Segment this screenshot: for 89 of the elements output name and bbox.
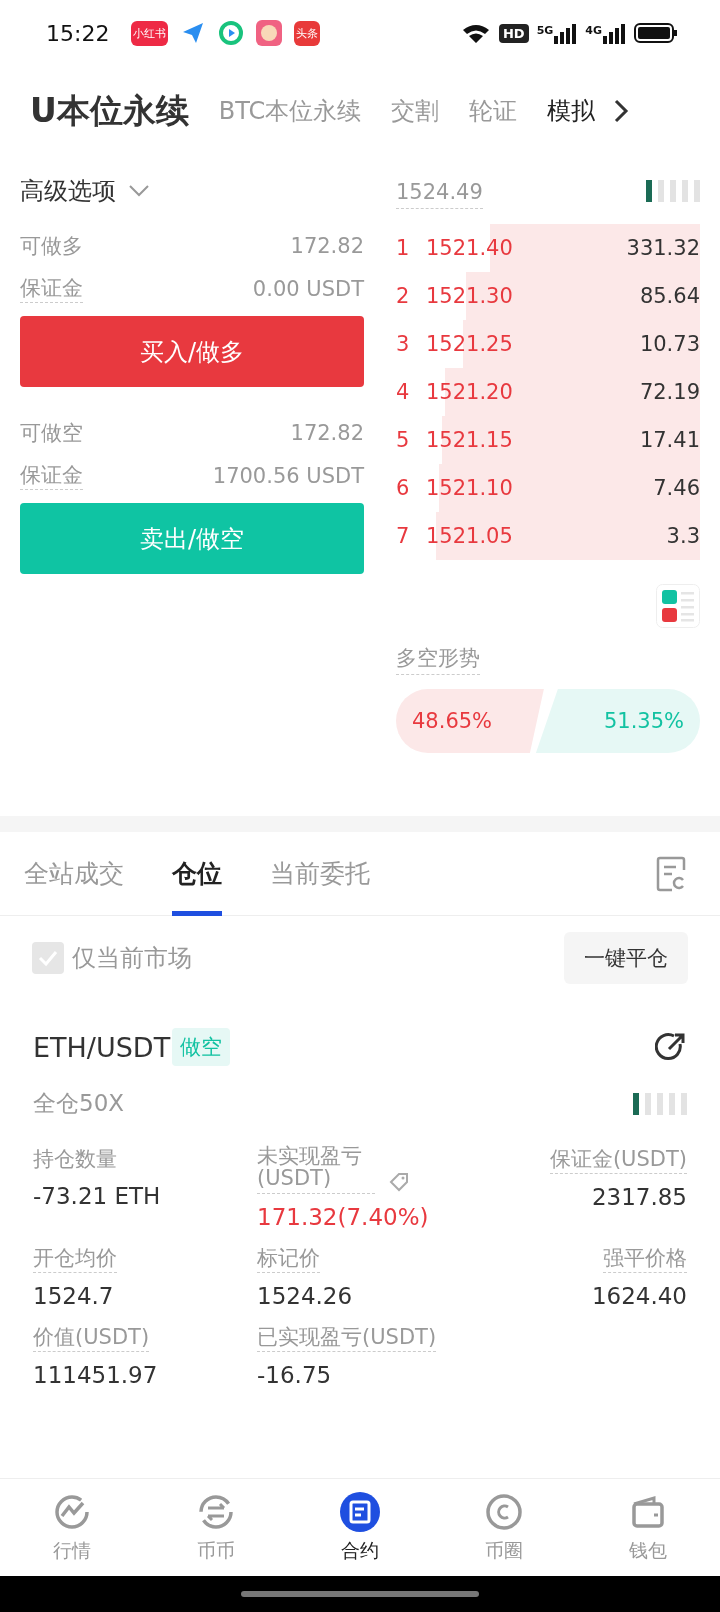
nav-item[interactable]: 钱包 [600, 1479, 696, 1576]
available-label: 可做多 [20, 232, 83, 260]
ask-price[interactable]: 1521.15 [426, 428, 513, 452]
field-value: 1524.7 [33, 1283, 114, 1310]
field-value: 171.32(7.40%) [257, 1204, 429, 1231]
nav-item[interactable]: 币圈 [456, 1479, 552, 1576]
ask-index: 4 [396, 380, 411, 404]
field-value: -73.21 ETH [33, 1183, 161, 1209]
risk-level-icon [646, 180, 700, 202]
coin-icon [484, 1491, 524, 1532]
ask-index: 7 [396, 524, 411, 548]
margin-label: 保证金 [20, 461, 83, 490]
ask-amount: 85.64 [639, 284, 700, 308]
cellular-signal-icon [602, 22, 626, 44]
ask-price[interactable]: 1521.40 [426, 236, 513, 260]
available-label: 可做空 [20, 419, 83, 447]
ask-price[interactable]: 1521.25 [426, 332, 513, 356]
chevron-right-icon[interactable] [613, 98, 630, 124]
field-label: 持仓数量 [33, 1146, 117, 1173]
ask-amount: 17.41 [639, 428, 700, 452]
market-tab[interactable]: 交割 [391, 95, 440, 127]
close-all-button[interactable]: 一键平仓 [564, 932, 688, 984]
nav-item[interactable]: 行情 [24, 1479, 120, 1576]
network-type-label: 4G [585, 24, 602, 37]
field-value: 2317.85 [591, 1184, 687, 1210]
field-label: 强平价格 [603, 1244, 687, 1274]
margin-value: 1700.56 USDT [212, 463, 364, 488]
short-ratio: 51.35% [603, 709, 684, 733]
margin-mode: 全仓50X [33, 1089, 125, 1118]
nav-item[interactable]: 币币 [168, 1479, 264, 1576]
field-label: 开仓均价 [33, 1244, 117, 1274]
status-time: 15:22 [46, 20, 110, 46]
risk-level-icon [633, 1092, 687, 1115]
network-type-label: 5G [536, 24, 554, 37]
ask-index: 1 [396, 236, 411, 260]
ask-price[interactable]: 1521.20 [426, 380, 513, 404]
market-tab[interactable]: U本位永续 [30, 88, 189, 134]
ask-index: 3 [396, 332, 411, 356]
checkbox[interactable] [32, 942, 64, 974]
field-value: 1524.26 [257, 1283, 353, 1310]
field-label: 保证金(USDT) [549, 1145, 687, 1174]
ask-index: 6 [396, 476, 411, 500]
position-tab[interactable]: 当前委托 [270, 831, 370, 916]
chevron-down-icon[interactable] [128, 184, 150, 198]
buy-long-button[interactable]: 买入/做多 [20, 316, 364, 387]
ask-amount: 72.19 [639, 380, 700, 404]
nav-item[interactable]: 合约 [312, 1479, 408, 1576]
field-label: 已实现盈亏(USDT) [257, 1323, 437, 1353]
field-label: 价值(USDT) [33, 1323, 150, 1353]
position-tab[interactable]: 仓位 [172, 831, 222, 916]
mark-price: 1524.49 [396, 180, 483, 209]
document-icon[interactable] [656, 855, 688, 892]
document-icon [340, 1491, 380, 1532]
field-value: 111451.97 [33, 1362, 158, 1389]
market-tab[interactable]: 轮证 [469, 95, 518, 127]
margin-value: 0.00 USDT [252, 276, 364, 301]
sell-short-button[interactable]: 卖出/做空 [20, 503, 364, 574]
available-value: 172.82 [290, 233, 364, 258]
hd-badge: HD [498, 23, 529, 43]
long-short-ratio-label: 多空形势 [396, 644, 480, 675]
ask-price[interactable]: 1521.30 [426, 284, 513, 308]
app-icon: 小红书 [131, 20, 169, 46]
position-symbol: ETH/USDT [33, 1031, 171, 1063]
ask-price[interactable]: 1521.05 [426, 524, 513, 548]
cellular-signal-icon [553, 22, 578, 44]
advanced-options-label[interactable]: 高级选项 [20, 175, 116, 207]
long-ratio: 48.65% [412, 709, 493, 733]
ask-index: 5 [396, 428, 411, 452]
layout-toggle-icon[interactable] [656, 584, 700, 628]
checkbox-label[interactable]: 仅当前市场 [72, 942, 192, 974]
position-tab[interactable]: 全站成交 [24, 831, 124, 916]
field-label: 未实现盈亏(USDT) [257, 1145, 375, 1195]
market-tab[interactable]: 模拟 [547, 95, 596, 127]
field-value: -16.75 [257, 1362, 332, 1389]
app-icon: 头条 [294, 20, 321, 46]
side-badge: 做空 [172, 1028, 231, 1066]
field-value: 1624.40 [591, 1283, 687, 1310]
available-value: 172.82 [290, 420, 364, 445]
market-tab[interactable]: BTC本位永续 [218, 95, 362, 127]
ask-amount: 7.46 [653, 476, 700, 500]
ask-amount: 331.32 [626, 236, 700, 260]
ask-price[interactable]: 1521.10 [426, 476, 513, 500]
ask-amount: 10.73 [639, 332, 700, 356]
ask-index: 2 [396, 284, 411, 308]
ask-amount: 3.3 [666, 524, 700, 548]
field-label: 标记价 [257, 1244, 320, 1274]
margin-label: 保证金 [20, 274, 83, 303]
battery-icon [634, 22, 678, 44]
share-icon[interactable] [655, 1031, 687, 1063]
